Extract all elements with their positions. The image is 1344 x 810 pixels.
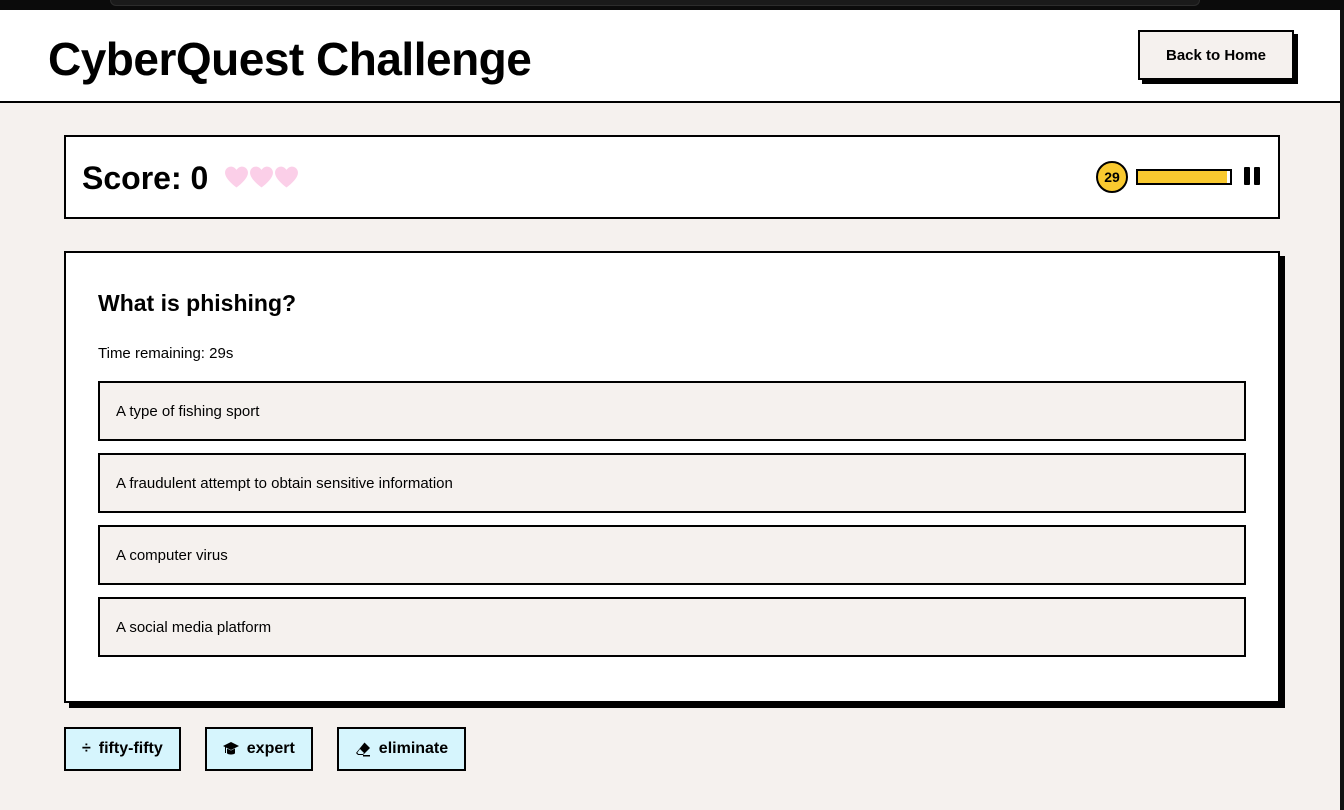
lifeline-label: expert bbox=[246, 740, 295, 757]
score-display: Score: 0 bbox=[82, 160, 209, 196]
lifeline-label: eliminate bbox=[378, 740, 449, 757]
timer-progress-fill bbox=[1138, 171, 1228, 183]
eraser-icon bbox=[355, 741, 371, 757]
lifeline-label: fifty-fifty bbox=[98, 740, 163, 757]
answer-option[interactable]: A type of fishing sport bbox=[98, 381, 1246, 441]
graduation-cap-icon bbox=[222, 741, 239, 757]
status-bar: Score: 0 29 bbox=[64, 135, 1280, 219]
question-card: What is phishing? Time remaining: 29s A … bbox=[64, 251, 1280, 703]
fifty-fifty-button[interactable]: ÷ fifty-fifty bbox=[64, 727, 181, 771]
pause-icon bbox=[1244, 167, 1250, 185]
answer-option[interactable]: A computer virus bbox=[98, 525, 1246, 585]
timer-progress-bar bbox=[1136, 169, 1232, 185]
eliminate-button[interactable]: eliminate bbox=[336, 727, 467, 771]
browser-top-strip bbox=[0, 0, 1344, 10]
timer-badge: 29 bbox=[1096, 161, 1128, 193]
heart-icon bbox=[275, 166, 298, 188]
pause-button[interactable] bbox=[1244, 167, 1262, 187]
answer-option[interactable]: A fraudulent attempt to obtain sensitive… bbox=[98, 453, 1246, 513]
lives-hearts bbox=[224, 165, 299, 189]
app-title: CyberQuest Challenge bbox=[48, 33, 532, 85]
lifelines-bar: ÷ fifty-fifty expert eliminate bbox=[64, 727, 490, 771]
back-to-home-button[interactable]: Back to Home bbox=[1138, 30, 1294, 80]
app-header: CyberQuest Challenge Back to Home bbox=[0, 10, 1344, 103]
expert-button[interactable]: expert bbox=[204, 727, 313, 771]
heart-icon bbox=[250, 166, 273, 188]
window-edge bbox=[1340, 10, 1344, 810]
answer-options: A type of fishing sport A fraudulent att… bbox=[98, 381, 1246, 669]
time-remaining-text: Time remaining: 29s bbox=[98, 345, 234, 362]
pause-icon bbox=[1254, 167, 1260, 185]
divide-icon: ÷ bbox=[82, 740, 91, 757]
heart-icon bbox=[225, 166, 248, 188]
answer-option[interactable]: A social media platform bbox=[98, 597, 1246, 657]
question-text: What is phishing? bbox=[98, 290, 297, 316]
